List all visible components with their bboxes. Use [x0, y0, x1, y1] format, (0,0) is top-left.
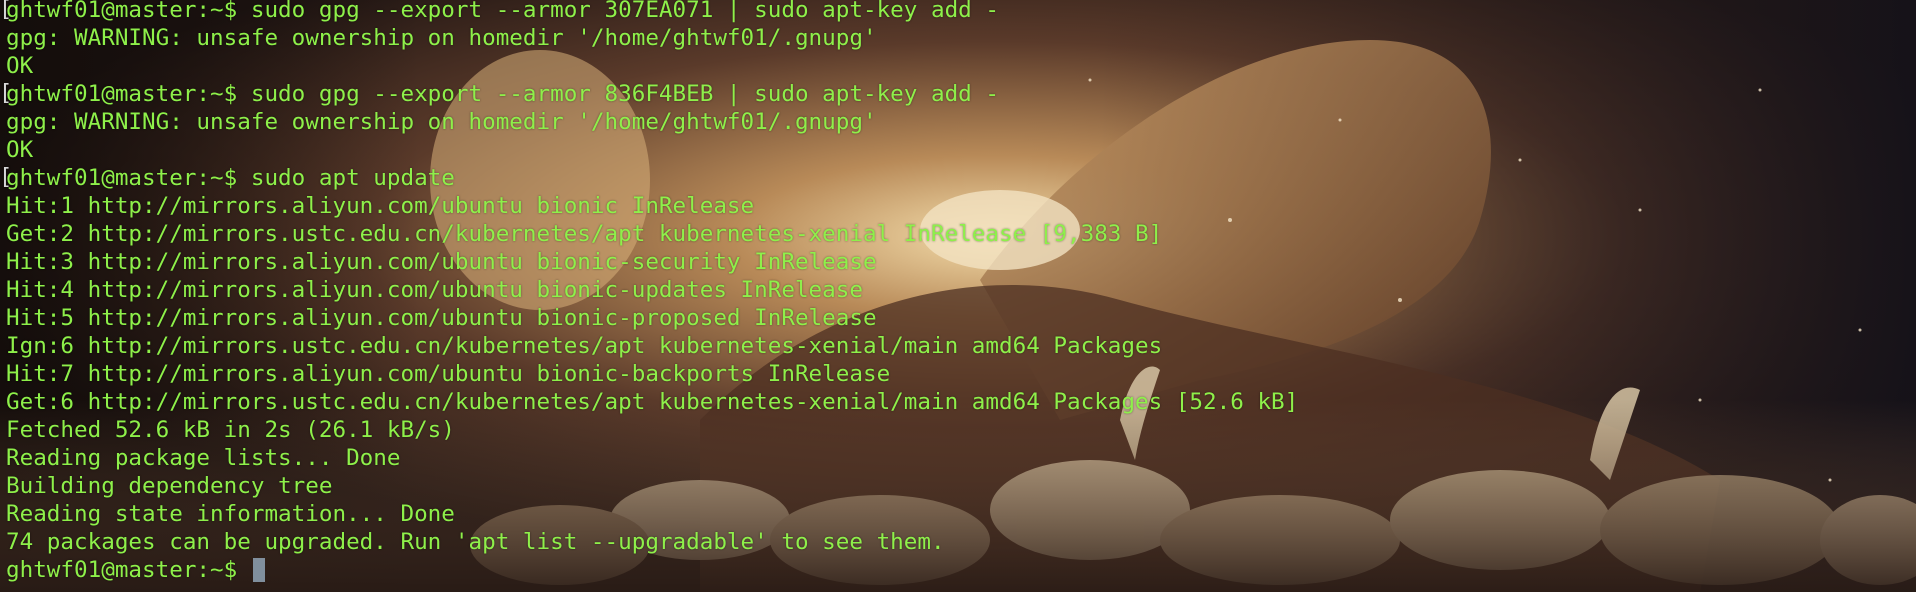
- line-text: Hit:3 http://mirrors.aliyun.com/ubuntu b…: [6, 249, 877, 275]
- terminal-output-line: 74 packages can be upgraded. Run 'apt li…: [6, 528, 1916, 556]
- line-text: 74 packages can be upgraded. Run 'apt li…: [6, 529, 945, 555]
- terminal-output-line: Get:6 http://mirrors.ustc.edu.cn/kuberne…: [6, 388, 1916, 416]
- terminal-output-line: OK: [6, 52, 1916, 80]
- terminal-output-line: gpg: WARNING: unsafe ownership on homedi…: [6, 108, 1916, 136]
- line-text: Get:6 http://mirrors.ustc.edu.cn/kuberne…: [6, 389, 1299, 415]
- line-text: Hit:1 http://mirrors.aliyun.com/ubuntu b…: [6, 193, 755, 219]
- line-text: gpg: WARNING: unsafe ownership on homedi…: [6, 25, 877, 51]
- line-text: ghtwf01@master:~$ sudo gpg --export --ar…: [6, 81, 999, 107]
- line-text: Hit:7 http://mirrors.aliyun.com/ubuntu b…: [6, 361, 891, 387]
- terminal-output-line: Ign:6 http://mirrors.ustc.edu.cn/kuberne…: [6, 332, 1916, 360]
- terminal-output-line: Building dependency tree: [6, 472, 1916, 500]
- terminal-output-line: Fetched 52.6 kB in 2s (26.1 kB/s): [6, 416, 1916, 444]
- line-text: Hit:5 http://mirrors.aliyun.com/ubuntu b…: [6, 305, 877, 331]
- shell-prompt: ghtwf01@master:~$: [6, 557, 251, 583]
- terminal-output-line: OK: [6, 136, 1916, 164]
- line-text: gpg: WARNING: unsafe ownership on homedi…: [6, 109, 877, 135]
- line-text: Ign:6 http://mirrors.ustc.edu.cn/kuberne…: [6, 333, 1163, 359]
- terminal-output-line: [ghtwf01@master:~$ sudo gpg --export --a…: [0, 0, 1916, 24]
- terminal-output-line: Hit:1 http://mirrors.aliyun.com/ubuntu b…: [6, 192, 1916, 220]
- terminal-window[interactable]: [ghtwf01@master:~$ sudo gpg --export --a…: [0, 0, 1916, 592]
- line-text: OK: [6, 137, 34, 163]
- command-mark-bracket: [: [0, 165, 13, 190]
- line-text: Fetched 52.6 kB in 2s (26.1 kB/s): [6, 417, 455, 443]
- line-text: Building dependency tree: [6, 473, 333, 499]
- line-text: Get:2 http://mirrors.ustc.edu.cn/kuberne…: [6, 221, 1163, 247]
- command-mark-bracket: [: [0, 0, 13, 22]
- terminal-output-line: [ghtwf01@master:~$ sudo gpg --export --a…: [0, 80, 1916, 108]
- terminal-output-line: Hit:4 http://mirrors.aliyun.com/ubuntu b…: [6, 276, 1916, 304]
- line-text: ghtwf01@master:~$ sudo apt update: [6, 165, 455, 191]
- terminal-prompt-line[interactable]: ghtwf01@master:~$: [6, 556, 1916, 584]
- line-text: Hit:4 http://mirrors.aliyun.com/ubuntu b…: [6, 277, 863, 303]
- line-text: ghtwf01@master:~$ sudo gpg --export --ar…: [6, 0, 999, 23]
- terminal-output-line: Hit:3 http://mirrors.aliyun.com/ubuntu b…: [6, 248, 1916, 276]
- line-text: Reading package lists... Done: [6, 445, 401, 471]
- command-mark-bracket: [: [0, 81, 13, 106]
- terminal-output-line: Get:2 http://mirrors.ustc.edu.cn/kuberne…: [6, 220, 1916, 248]
- terminal-output-line: Reading state information... Done: [6, 500, 1916, 528]
- terminal-output-line: [ghtwf01@master:~$ sudo apt update: [0, 164, 1916, 192]
- terminal-output-line: Reading package lists... Done: [6, 444, 1916, 472]
- line-text: OK: [6, 53, 34, 79]
- text-cursor: [252, 558, 265, 582]
- line-text: Reading state information... Done: [6, 501, 455, 527]
- terminal-output-line: Hit:5 http://mirrors.aliyun.com/ubuntu b…: [6, 304, 1916, 332]
- terminal-output-line: Hit:7 http://mirrors.aliyun.com/ubuntu b…: [6, 360, 1916, 388]
- terminal-output-line: gpg: WARNING: unsafe ownership on homedi…: [6, 24, 1916, 52]
